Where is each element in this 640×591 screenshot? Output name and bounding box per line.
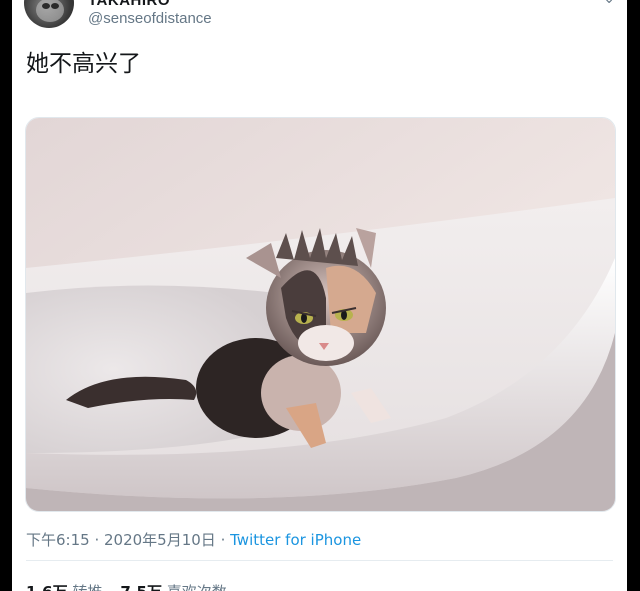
tweet-text: 她不高兴了 (26, 51, 141, 77)
meta-separator: · (215, 531, 231, 549)
tweet-photo[interactable] (25, 117, 616, 512)
tweet-source-link[interactable]: Twitter for iPhone (230, 531, 361, 549)
tweet-card: TAKAHIRO @senseofdistance ⌄ 她不高兴了 (12, 0, 627, 591)
meta-separator: · (89, 531, 104, 549)
retweet-label[interactable]: 转推 (72, 583, 102, 591)
display-name[interactable]: TAKAHIRO (88, 0, 170, 9)
tweet-meta: 下午6:15 · 2020年5月10日 · Twitter for iPhone (26, 529, 361, 550)
user-handle[interactable]: @senseofdistance (88, 10, 212, 27)
tweet-date[interactable]: 2020年5月10日 (104, 531, 216, 549)
avatar[interactable] (24, 0, 74, 28)
chevron-down-icon[interactable]: ⌄ (603, 0, 615, 7)
like-count[interactable]: 7.5万 (120, 583, 162, 591)
retweet-count[interactable]: 1.6万 (26, 583, 68, 591)
divider (26, 560, 613, 561)
tweet-stats: 1.6万 转推 7.5万 喜欢次数 (26, 581, 227, 591)
tweet-time[interactable]: 下午6:15 (26, 531, 90, 549)
like-label[interactable]: 喜欢次数 (167, 583, 227, 591)
